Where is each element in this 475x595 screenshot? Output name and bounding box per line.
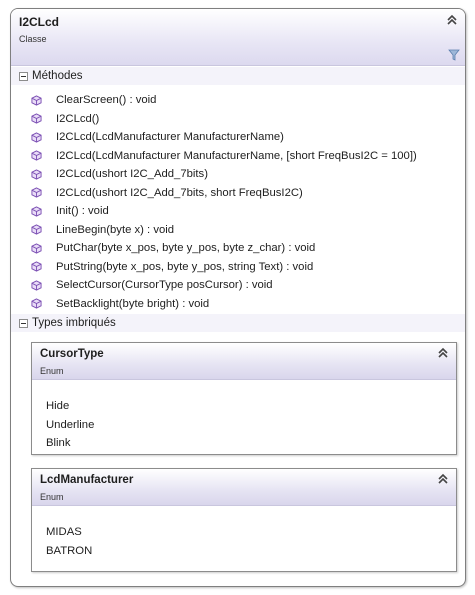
nested-types-section-header[interactable]: Types imbriqués — [11, 314, 465, 332]
filter-icon[interactable] — [448, 49, 460, 61]
double-chevron-up-icon[interactable] — [436, 472, 450, 486]
nested-enum-header: CursorType Enum — [32, 343, 456, 380]
methods-section-label: Méthodes — [32, 70, 83, 82]
method-signature: I2CLcd(LcdManufacturer ManufacturerName,… — [56, 149, 417, 162]
enum-value[interactable]: Blink — [46, 434, 94, 453]
methods-section-header[interactable]: Méthodes — [11, 67, 465, 85]
double-chevron-up-icon[interactable] — [445, 13, 459, 27]
method-item[interactable]: LineBegin(byte x) : void — [11, 221, 465, 240]
method-item[interactable]: Init() : void — [11, 202, 465, 221]
class-stereotype: Classe — [19, 34, 47, 44]
method-cube-icon — [31, 298, 42, 309]
enum-values: Hide Underline Blink — [46, 397, 94, 453]
enum-stereotype: Enum — [40, 366, 64, 376]
method-cube-icon — [31, 95, 42, 106]
method-signature: I2CLcd(ushort I2C_Add_7bits, short FreqB… — [56, 186, 303, 199]
method-signature: I2CLcd(LcdManufacturer ManufacturerName) — [56, 131, 284, 144]
nested-enum-lcdmanufacturer[interactable]: LcdManufacturer Enum MIDAS BATRON — [31, 468, 457, 572]
method-signature: PutChar(byte x_pos, byte y_pos, byte z_c… — [56, 242, 316, 255]
method-item[interactable]: I2CLcd(ushort I2C_Add_7bits) — [11, 165, 465, 184]
method-item[interactable]: I2CLcd(LcdManufacturer ManufacturerName,… — [11, 147, 465, 166]
method-signature: I2CLcd(ushort I2C_Add_7bits) — [56, 168, 208, 181]
method-item[interactable]: ClearScreen() : void — [11, 91, 465, 110]
method-item[interactable]: PutString(byte x_pos, byte y_pos, string… — [11, 258, 465, 277]
method-signature: ClearScreen() : void — [56, 94, 157, 107]
enum-values: MIDAS BATRON — [46, 523, 92, 560]
method-signature: SelectCursor(CursorType posCursor) : voi… — [56, 279, 273, 292]
method-cube-icon — [31, 187, 42, 198]
enum-name: LcdManufacturer — [40, 474, 134, 486]
enum-value[interactable]: Hide — [46, 397, 94, 416]
double-chevron-up-icon[interactable] — [436, 346, 450, 360]
nested-enum-cursortype[interactable]: CursorType Enum Hide Underline Blink — [31, 342, 457, 455]
method-cube-icon — [31, 280, 42, 291]
class-header: I2CLcd Classe — [11, 9, 465, 66]
method-item[interactable]: I2CLcd() — [11, 110, 465, 129]
method-item[interactable]: I2CLcd(ushort I2C_Add_7bits, short FreqB… — [11, 184, 465, 203]
method-cube-icon — [31, 150, 42, 161]
method-cube-icon — [31, 261, 42, 272]
nested-enum-header: LcdManufacturer Enum — [32, 469, 456, 506]
collapse-toggle[interactable] — [19, 71, 28, 81]
method-item[interactable]: PutChar(byte x_pos, byte y_pos, byte z_c… — [11, 239, 465, 258]
method-cube-icon — [31, 113, 42, 124]
method-cube-icon — [31, 132, 42, 143]
enum-name: CursorType — [40, 348, 104, 360]
method-item[interactable]: I2CLcd(LcdManufacturer ManufacturerName) — [11, 128, 465, 147]
method-signature: SetBacklight(byte bright) : void — [56, 297, 210, 310]
nested-types-section-label: Types imbriqués — [32, 317, 116, 329]
enum-value[interactable]: Underline — [46, 416, 94, 435]
method-item[interactable]: SetBacklight(byte bright) : void — [11, 295, 465, 314]
methods-list: ClearScreen() : void I2CLcd() I2CLcd(LcdMa… — [11, 91, 465, 313]
method-cube-icon — [31, 169, 42, 180]
class-shape-i2clcd[interactable]: I2CLcd Classe Méthodes ClearScreen() : v… — [10, 8, 466, 587]
method-item[interactable]: SelectCursor(CursorType posCursor) : voi… — [11, 276, 465, 295]
class-name: I2CLcd — [19, 15, 60, 29]
enum-value[interactable]: MIDAS — [46, 523, 92, 542]
method-cube-icon — [31, 206, 42, 217]
collapse-toggle[interactable] — [19, 318, 28, 328]
method-signature: PutString(byte x_pos, byte y_pos, string… — [56, 260, 314, 273]
method-signature: I2CLcd() — [56, 112, 100, 125]
method-signature: Init() : void — [56, 205, 109, 218]
method-cube-icon — [31, 243, 42, 254]
enum-value[interactable]: BATRON — [46, 542, 92, 561]
enum-stereotype: Enum — [40, 492, 64, 502]
method-cube-icon — [31, 224, 42, 235]
method-signature: LineBegin(byte x) : void — [56, 223, 175, 236]
